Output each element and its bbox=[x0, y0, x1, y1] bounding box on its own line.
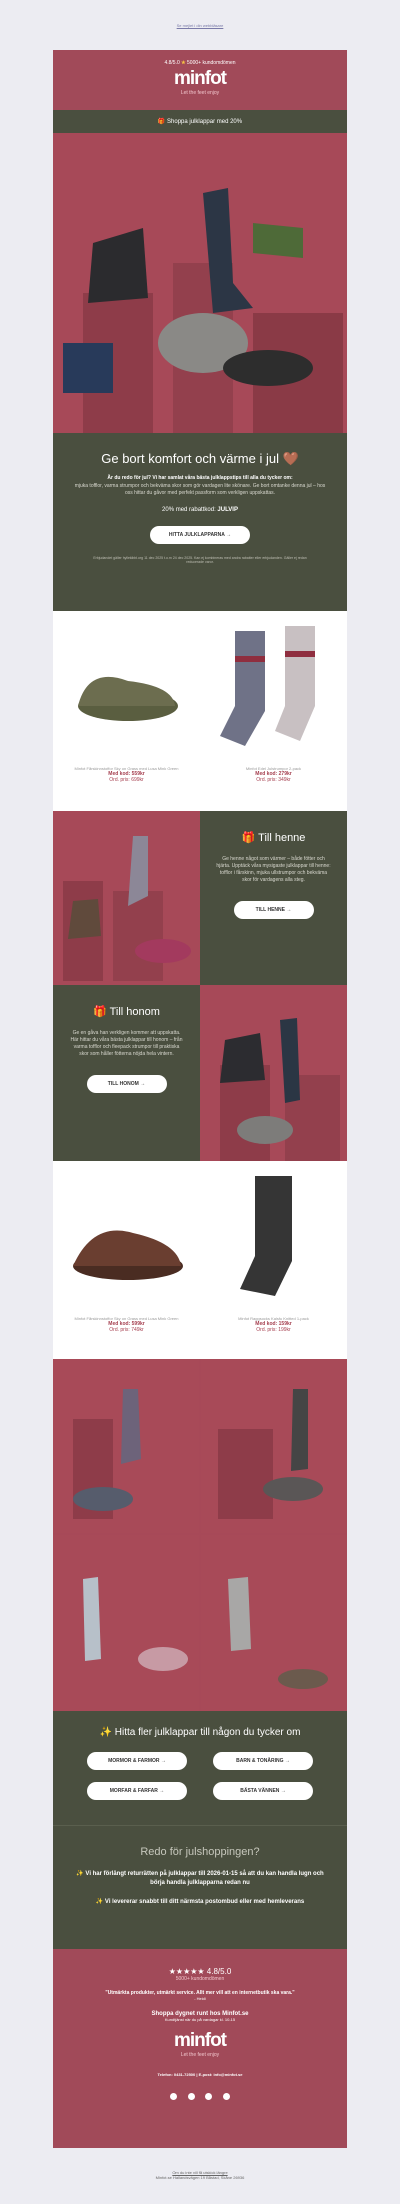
email-container: 4.8/5.0 ★ 5000+ kundomdömen minfot Let t… bbox=[53, 50, 347, 2169]
her-section: 🎁 Till henne Ge henne något som värmer –… bbox=[53, 811, 347, 985]
hero-illustration bbox=[63, 188, 343, 433]
intro-body: mjuka tofflor, varma strumpor och bekväm… bbox=[74, 483, 326, 496]
grid-image-3 bbox=[53, 1535, 199, 1711]
fineprint: Erbjudandet gäller hyllekibbl.org 11 dec… bbox=[93, 555, 307, 565]
facebook-icon[interactable] bbox=[170, 2093, 178, 2100]
promo-bar[interactable]: 🎁 Shoppa julklappar med 20% bbox=[53, 110, 347, 133]
ready-line-1: ✨ Vi har förlängt returrätten på julklap… bbox=[76, 1871, 324, 1886]
find-gifts-button[interactable]: HITTA JULKLAPPARNA → bbox=[150, 525, 250, 544]
footer-tagline: Let the feet enjoy bbox=[180, 2052, 220, 2058]
slipper-image bbox=[73, 1230, 183, 1280]
him-body: Ge en gåva han verkligen kommer att upps… bbox=[70, 1030, 183, 1057]
her-title: 🎁 Till henne bbox=[241, 832, 306, 844]
gift-button-grandmother[interactable]: MORMOR & FARMOR → bbox=[87, 1752, 187, 1770]
sock-image bbox=[240, 1176, 292, 1296]
product-original-price: Ord. pris: 699kr bbox=[109, 777, 144, 783]
product-card[interactable]: Minfot Edel Julstrumpor 2-pack Med kod: … bbox=[200, 611, 347, 811]
social-icons bbox=[53, 2087, 347, 2105]
discount-line: 20% med rabattkod: JULVIP bbox=[162, 506, 238, 513]
socks-image bbox=[220, 626, 315, 746]
her-body: Ge henne något som värmer – både fötter … bbox=[216, 856, 331, 883]
ready-title: Redo för julshoppingen? bbox=[140, 1846, 260, 1858]
products-row-1: Minfot Fårskinnstoffor Sky on Grass med … bbox=[53, 611, 347, 811]
instagram-icon[interactable] bbox=[187, 2093, 195, 2100]
gifts-section: ✨ Hitta fler julklappar till någon du ty… bbox=[53, 1711, 347, 1825]
image-grid bbox=[53, 1359, 347, 1711]
gift-button-children[interactable]: BARN & TONÅRING → bbox=[213, 1752, 313, 1770]
gift-button-grandfather[interactable]: MORFAR & FARFAR → bbox=[87, 1782, 187, 1800]
product-original-price: Ord. pris: 349kr bbox=[256, 777, 291, 783]
footer-rating: ★★★★★ 4.8/5.0 bbox=[168, 1967, 232, 1976]
discount-code: JULVIP bbox=[217, 506, 238, 513]
tiktok-icon[interactable] bbox=[205, 2093, 213, 2100]
star-icon: ★ bbox=[181, 60, 186, 66]
footer: ★★★★★ 4.8/5.0 5000+ kundomdömen "Utmärkt… bbox=[53, 1949, 347, 2148]
product-card[interactable]: Minfot Fårskinnstoffor Sky on Grass med … bbox=[53, 1161, 200, 1359]
gift-button-best-friend[interactable]: BÄSTA VÄNNEN → bbox=[213, 1782, 313, 1800]
him-text-panel: 🎁 Till honom Ge en gåva han verkligen ko… bbox=[53, 985, 200, 1161]
her-image[interactable] bbox=[53, 811, 200, 985]
product-card[interactable]: Minfot Raggsocks Kalsfu Knitted 1-pack M… bbox=[200, 1161, 347, 1359]
tagline: Let the feet enjoy bbox=[180, 90, 220, 96]
intro-title: Ge bort komfort och värme i jul 🤎 bbox=[101, 451, 299, 466]
intro-lead: Är du redo för jul? Vi har samlat våra b… bbox=[107, 475, 293, 481]
product-original-price: Ord. pris: 749kr bbox=[109, 1327, 144, 1333]
hero-image[interactable] bbox=[53, 133, 347, 433]
gifts-title: ✨ Hitta fler julklappar till någon du ty… bbox=[99, 1727, 301, 1738]
rating-line: 4.8/5.0 ★ 5000+ kundomdömen bbox=[164, 60, 236, 66]
view-in-browser-link[interactable]: Se mejlet i din webbläsare bbox=[0, 0, 400, 50]
ready-section: Redo för julshoppingen? ✨ Vi har förläng… bbox=[53, 1825, 347, 1949]
her-button[interactable]: TILL HENNE → bbox=[233, 901, 314, 919]
logo[interactable]: minfot bbox=[53, 68, 347, 90]
product-card[interactable]: Minfot Fårskinnstoffor Sky on Grass med … bbox=[53, 611, 200, 811]
address: Minfot.se Hallandsvägen 19 Båstad, Skåne… bbox=[155, 2175, 245, 2180]
products-row-2: Minfot Fårskinnstoffor Sky on Grass med … bbox=[53, 1161, 347, 1359]
ready-line-2: ✨ Vi levererar snabbt till ditt närmsta … bbox=[95, 1899, 305, 1905]
footer-author: - Heidi bbox=[194, 1996, 206, 2001]
header: 4.8/5.0 ★ 5000+ kundomdömen minfot Let t… bbox=[53, 50, 347, 110]
youtube-icon[interactable] bbox=[222, 2093, 230, 2100]
footer-reviews: 5000+ kundomdömen bbox=[175, 1976, 225, 1982]
her-text-panel: 🎁 Till henne Ge henne något som värmer –… bbox=[200, 811, 347, 985]
footer-contact: Telefon: 0431-72500 | E-post: info@minfo… bbox=[157, 2072, 243, 2077]
grid-image-4 bbox=[201, 1535, 347, 1711]
product-original-price: Ord. pris: 199kr bbox=[256, 1327, 291, 1333]
intro-section: Ge bort komfort och värme i jul 🤎 Är du … bbox=[53, 433, 347, 611]
him-button[interactable]: TILL HONOM → bbox=[86, 1075, 167, 1093]
him-title: 🎁 Till honom bbox=[93, 1006, 160, 1018]
slipper-image bbox=[78, 676, 178, 721]
bottom-links: Om du inte vill få utskick längre Minfot… bbox=[0, 2170, 400, 2180]
footer-service: Kundtjänst när du på vardagar kl. 10-15 bbox=[164, 2017, 236, 2022]
footer-logo[interactable]: minfot bbox=[53, 2030, 347, 2052]
him-section: 🎁 Till honom Ge en gåva han verkligen ko… bbox=[53, 985, 347, 1161]
him-image[interactable] bbox=[200, 985, 347, 1161]
